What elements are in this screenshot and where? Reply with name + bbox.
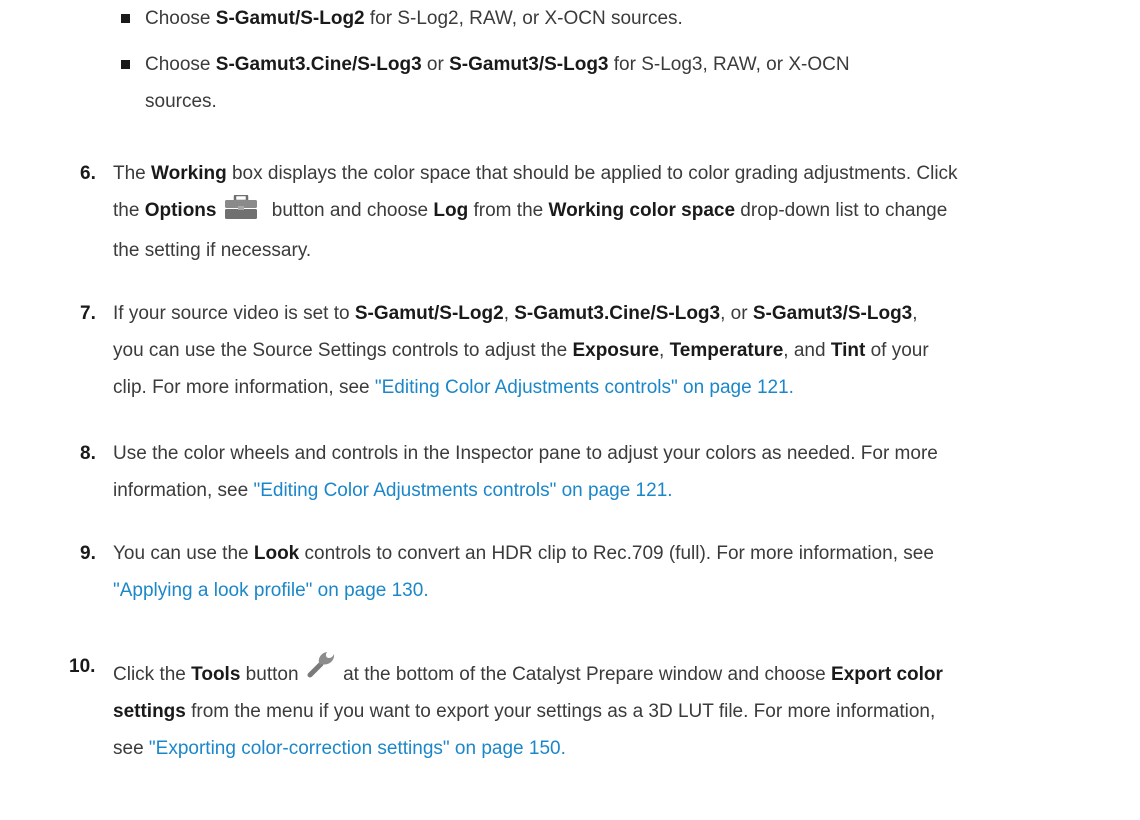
text: see bbox=[113, 738, 149, 759]
text: , bbox=[659, 340, 670, 361]
step-number: 6. bbox=[80, 163, 96, 184]
text: for S-Log2, RAW, or X-OCN sources. bbox=[364, 8, 683, 29]
bold-term: Log bbox=[433, 200, 469, 221]
step-8: 8. Use the color wheels and controls in … bbox=[80, 435, 1113, 509]
cross-reference-link[interactable]: "Applying a look profile" on page 130. bbox=[113, 580, 429, 601]
text: , or bbox=[720, 303, 753, 324]
step-10: 10. Click the Tools button at the bottom… bbox=[69, 648, 1113, 767]
bold-term: S-Gamut/S-Log2 bbox=[215, 8, 365, 29]
bullet-square bbox=[121, 14, 130, 23]
text: Choose bbox=[145, 54, 216, 75]
text: You can use the bbox=[113, 543, 254, 564]
step-number: 9. bbox=[80, 543, 96, 564]
text: controls to convert an HDR clip to Rec.7… bbox=[299, 543, 934, 564]
bold-term: Export color bbox=[831, 664, 943, 685]
text: the bbox=[113, 200, 145, 221]
bold-term: settings bbox=[113, 701, 186, 722]
text: sources. bbox=[145, 91, 217, 112]
cross-reference-link[interactable]: "Editing Color Adjustments controls" on … bbox=[375, 377, 794, 398]
text: Use the color wheels and controls in the… bbox=[113, 443, 938, 464]
text: or bbox=[421, 54, 450, 75]
step-6: 6. The Working box displays the color sp… bbox=[80, 155, 1113, 269]
text: box displays the color space that should… bbox=[226, 163, 958, 184]
text: drop-down list to change bbox=[735, 200, 948, 221]
bold-term: S-Gamut/S-Log2 bbox=[354, 303, 504, 324]
text: clip. For more information, see bbox=[113, 377, 375, 398]
bold-term: Working color space bbox=[548, 200, 736, 221]
text: Choose bbox=[145, 8, 216, 29]
step-7: 7. If your source video is set to S-Gamu… bbox=[80, 295, 1113, 406]
text: the setting if necessary. bbox=[113, 240, 312, 261]
bold-term: S-Gamut3.Cine/S-Log3 bbox=[514, 303, 721, 324]
bold-term: S-Gamut3/S-Log3 bbox=[752, 303, 913, 324]
text: button bbox=[240, 664, 304, 685]
text: from the menu if you want to export your… bbox=[185, 701, 936, 722]
text: Click the bbox=[113, 664, 192, 685]
step-number: 10. bbox=[69, 656, 96, 677]
toolbox-icon bbox=[224, 193, 258, 232]
bold-term: Tools bbox=[191, 664, 241, 685]
text: of your bbox=[865, 340, 929, 361]
bullet-item: Choose S-Gamut/S-Log2 for S-Log2, RAW, o… bbox=[121, 0, 1045, 37]
text: at the bottom of the Catalyst Prepare wi… bbox=[337, 664, 832, 685]
text: for S-Log3, RAW, or X-OCN bbox=[608, 54, 850, 75]
cross-reference-link[interactable]: "Exporting color-correction settings" on… bbox=[149, 738, 566, 759]
text: you can use the Source Settings controls… bbox=[113, 340, 573, 361]
bullet-item: Choose S-Gamut3.Cine/S-Log3 or S-Gamut3/… bbox=[121, 46, 1045, 120]
cross-reference-link[interactable]: "Editing Color Adjustments controls" on … bbox=[253, 480, 672, 501]
bold-term: Temperature bbox=[669, 340, 784, 361]
text: , bbox=[503, 303, 515, 324]
step-number: 8. bbox=[80, 443, 96, 464]
bullet-square bbox=[121, 60, 130, 69]
wrench-icon bbox=[306, 648, 336, 691]
text: button and choose bbox=[266, 200, 434, 221]
text: The bbox=[113, 163, 152, 184]
bold-term: Exposure bbox=[572, 340, 660, 361]
step-9: 9. You can use the Look controls to conv… bbox=[80, 535, 1113, 609]
bold-term: Working bbox=[151, 163, 227, 184]
text: , and bbox=[783, 340, 831, 361]
bold-term: S-Gamut3/S-Log3 bbox=[449, 54, 609, 75]
bold-term: Options bbox=[144, 200, 217, 221]
text: information, see bbox=[113, 480, 254, 501]
bold-term: Look bbox=[253, 543, 300, 564]
step-number: 7. bbox=[80, 303, 96, 324]
text: from the bbox=[468, 200, 549, 221]
text: , bbox=[912, 303, 918, 324]
bold-term: S-Gamut3.Cine/S-Log3 bbox=[215, 54, 422, 75]
text: If your source video is set to bbox=[113, 303, 355, 324]
bold-term: Tint bbox=[830, 340, 866, 361]
